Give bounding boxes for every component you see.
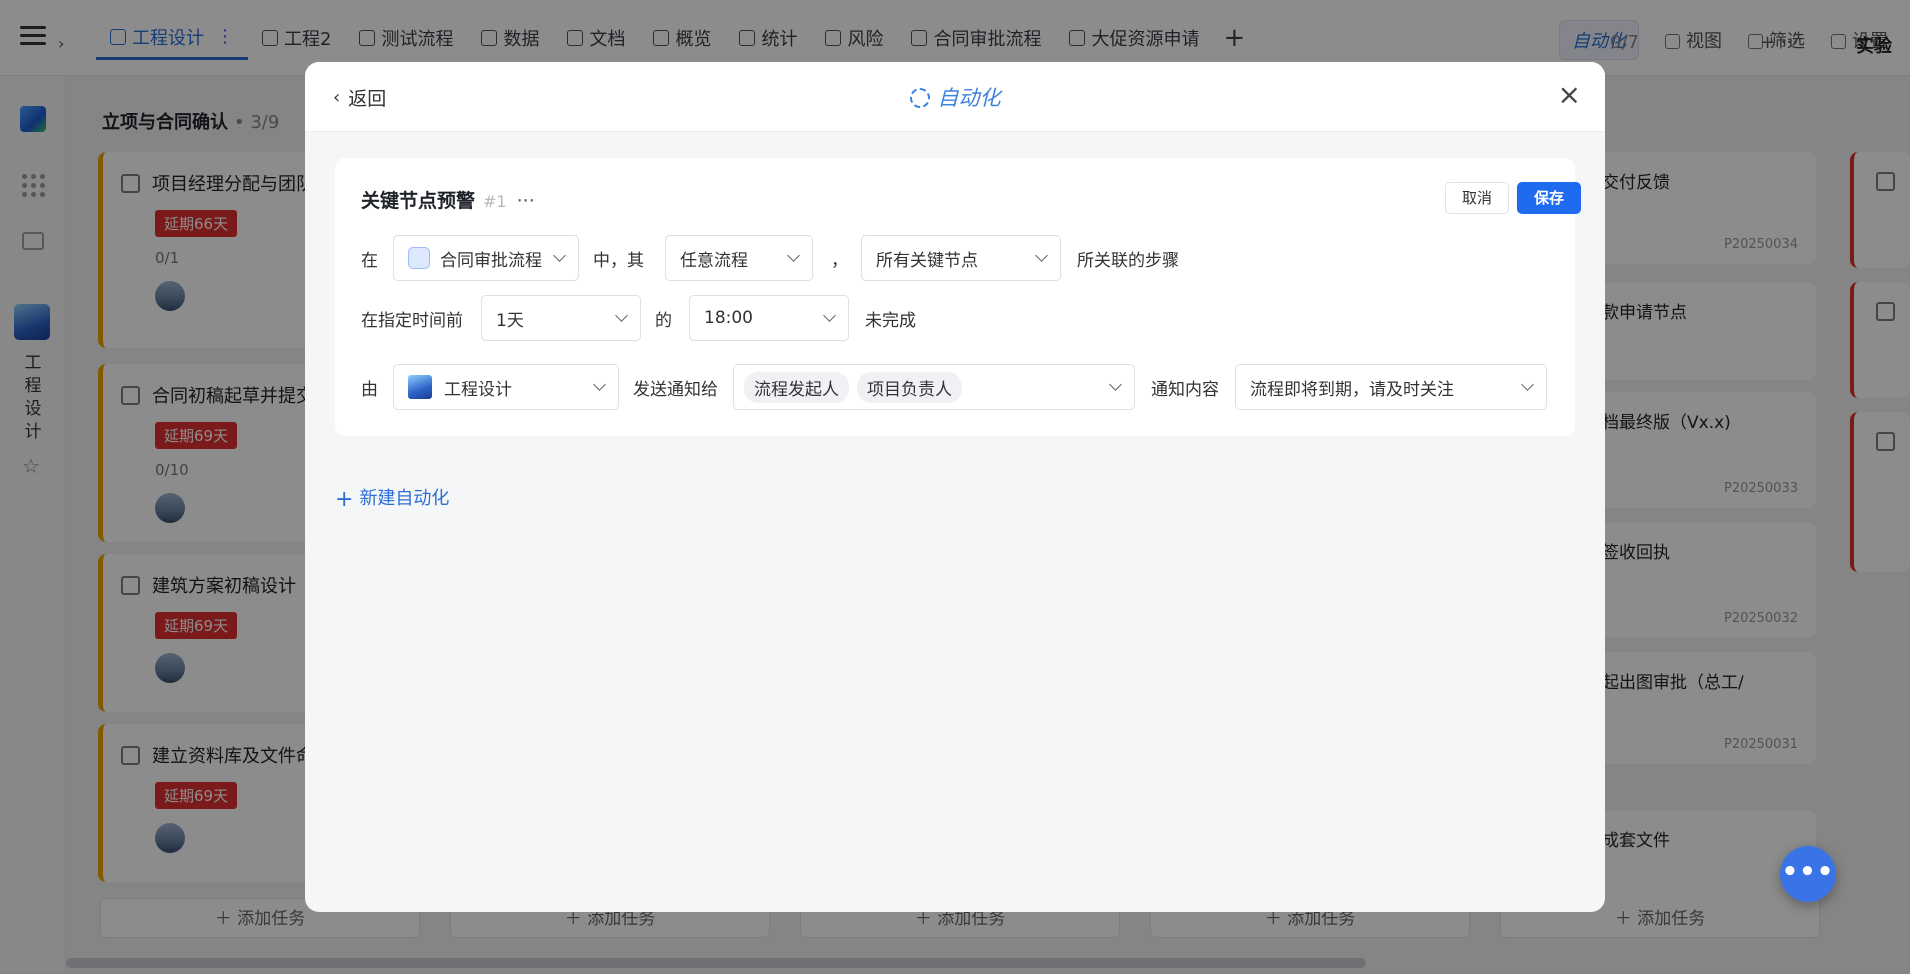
- project-icon: [408, 375, 432, 399]
- more-icon[interactable]: ···: [517, 190, 535, 212]
- modal-header: ‹ 返回 自动化 ×: [305, 62, 1605, 132]
- chevron-down-icon: [823, 309, 836, 322]
- comma-label: ，: [831, 251, 848, 271]
- send-to-label: 发送通知给: [633, 380, 718, 400]
- content-select[interactable]: 流程即将到期，请及时关注: [1235, 364, 1547, 410]
- days-value: 1天: [496, 310, 524, 331]
- of-label: 的: [655, 311, 672, 331]
- chevron-down-icon: [593, 378, 606, 391]
- sender-value: 工程设计: [444, 379, 512, 400]
- by-label: 由: [361, 380, 378, 400]
- automation-rule-card: 关键节点预警 #1 ··· 取消 保存 在 合同审批流程 中，其 任意流程 ， 所有…: [335, 158, 1581, 436]
- middle-label: 中，其: [593, 251, 644, 271]
- flow-icon: [408, 247, 430, 269]
- chevron-down-icon: [787, 249, 800, 262]
- in-label: 在: [361, 251, 378, 271]
- chevron-down-icon: [1035, 249, 1048, 262]
- save-button[interactable]: 保存: [1517, 182, 1581, 214]
- steps-label: 所关联的步骤: [1077, 251, 1179, 271]
- time-value: 18:00: [704, 308, 753, 328]
- flow-value: 合同审批流程: [440, 250, 542, 271]
- before-label: 在指定时间前: [361, 311, 463, 331]
- content-label: 通知内容: [1151, 380, 1219, 400]
- automation-modal: ‹ 返回 自动化 × 关键节点预警 #1 ··· 取消 保存 在 合同审批流程 中，其…: [305, 62, 1605, 912]
- time-select[interactable]: 18:00: [689, 295, 849, 341]
- new-automation-label: 新建自动化: [359, 488, 450, 509]
- modal-title-text: 自动化: [937, 86, 1001, 110]
- plus-icon: +: [335, 487, 354, 512]
- recipient-chip[interactable]: 流程发起人: [744, 371, 849, 403]
- scope-value: 任意流程: [680, 250, 748, 271]
- node-value: 所有关键节点: [876, 250, 978, 271]
- recipient-select[interactable]: 流程发起人 项目负责人: [733, 364, 1135, 410]
- new-automation-button[interactable]: + 新建自动化: [335, 484, 449, 512]
- automation-icon: [909, 88, 930, 108]
- flow-select[interactable]: 合同审批流程: [393, 235, 579, 281]
- days-select[interactable]: 1天: [481, 295, 641, 341]
- recipient-chip[interactable]: 项目负责人: [857, 371, 962, 403]
- rule-number: #1: [483, 192, 507, 211]
- sender-select[interactable]: 工程设计: [393, 364, 619, 410]
- close-icon[interactable]: ×: [1558, 78, 1581, 111]
- unfinished-label: 未完成: [865, 311, 916, 331]
- chevron-down-icon: [553, 249, 566, 262]
- rule-name: 关键节点预警: [361, 190, 476, 212]
- modal-title: 自动化: [305, 82, 1605, 112]
- chat-fab-button[interactable]: •••: [1780, 846, 1836, 902]
- cancel-button[interactable]: 取消: [1445, 182, 1509, 214]
- chevron-down-icon: [1109, 378, 1122, 391]
- rule-title[interactable]: 关键节点预警 #1 ···: [361, 186, 535, 213]
- content-value: 流程即将到期，请及时关注: [1250, 379, 1454, 400]
- chevron-down-icon: [1521, 378, 1534, 391]
- scope-select[interactable]: 任意流程: [665, 235, 813, 281]
- chevron-down-icon: [615, 309, 628, 322]
- node-select[interactable]: 所有关键节点: [861, 235, 1061, 281]
